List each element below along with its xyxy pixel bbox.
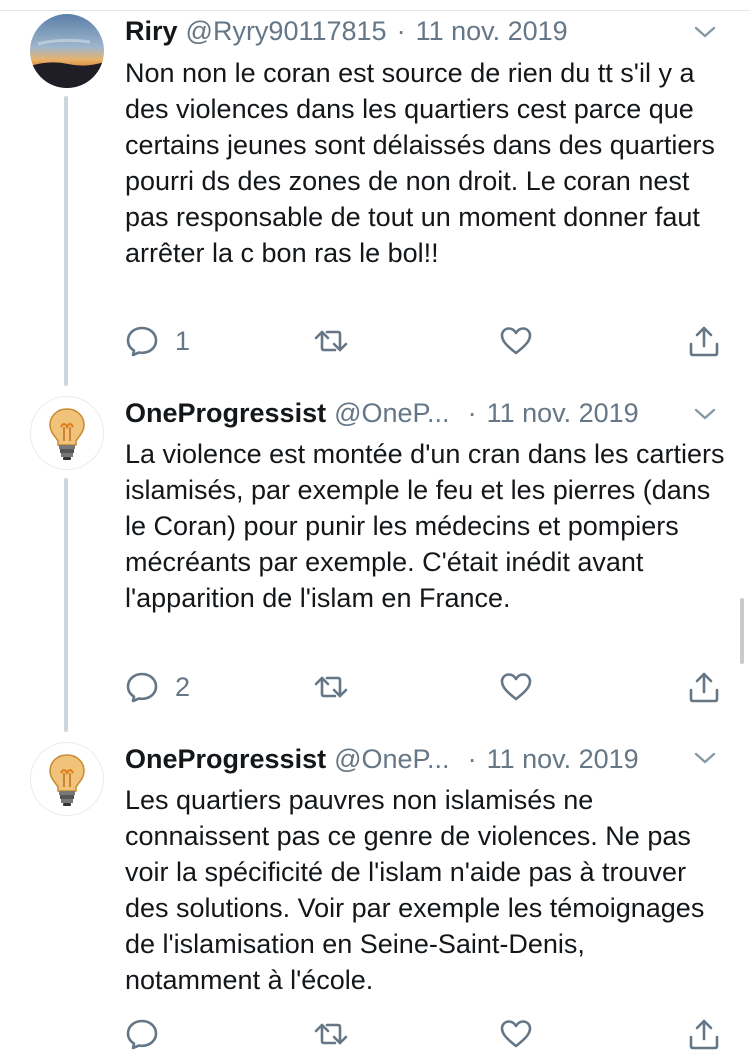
share-button[interactable]: [687, 667, 721, 707]
tweet-date[interactable]: 11 nov. 2019: [487, 398, 639, 428]
scrollbar[interactable]: [740, 598, 744, 664]
sunset-avatar-icon: [30, 14, 104, 88]
tweet-header: OneProgressist @OneP... · 11 nov. 2019: [125, 742, 690, 776]
like-button[interactable]: [499, 1014, 533, 1054]
tweet-date[interactable]: 11 nov. 2019: [487, 744, 639, 774]
tweet[interactable]: Riry @Ryry90117815 · 11 nov. 2019 Non non l…: [0, 0, 750, 380]
separator: ·: [467, 398, 477, 428]
share-button[interactable]: [687, 1014, 721, 1054]
tweet-actions: 1: [125, 321, 725, 361]
share-icon: [689, 326, 719, 357]
avatar[interactable]: [30, 742, 104, 816]
tweet-actions: 2: [125, 667, 725, 707]
retweet-icon: [314, 1023, 348, 1045]
user-handle[interactable]: @OneP...: [334, 398, 449, 428]
tweet-header: OneProgressist @OneP... · 11 nov. 2019: [125, 396, 690, 430]
retweet-button[interactable]: [313, 667, 349, 707]
heart-icon: [500, 327, 532, 355]
chevron-down-icon[interactable]: [690, 22, 720, 42]
retweet-button[interactable]: [313, 1014, 349, 1054]
reply-button[interactable]: 2: [125, 667, 190, 707]
reply-count: 1: [175, 325, 191, 356]
heart-icon: [500, 673, 532, 701]
retweet-icon: [314, 330, 348, 352]
lightbulb-avatar-icon: [49, 408, 85, 460]
reply-icon: [126, 326, 158, 357]
retweet-icon: [314, 676, 348, 698]
retweet-button[interactable]: [313, 321, 349, 361]
avatar[interactable]: [30, 396, 104, 470]
reply-count: 2: [175, 671, 191, 702]
reply-button[interactable]: [125, 1014, 175, 1054]
user-handle[interactable]: @OneP...: [334, 744, 449, 774]
share-icon: [689, 1019, 719, 1050]
tweet-text: Les quartiers pauvres non islamisés ne c…: [125, 785, 705, 995]
tweet-text: Non non le coran est source de rien du t…: [125, 58, 715, 268]
tweet-header: Riry @Ryry90117815 · 11 nov. 2019: [125, 14, 690, 48]
share-button[interactable]: [687, 321, 721, 361]
chevron-down-icon[interactable]: [690, 404, 720, 424]
chevron-down-icon[interactable]: [690, 748, 720, 768]
heart-icon: [500, 1020, 532, 1048]
user-name[interactable]: Riry: [125, 16, 178, 46]
tweet-actions: [125, 1014, 725, 1054]
user-name[interactable]: OneProgressist: [125, 398, 326, 428]
reply-button[interactable]: 1: [125, 321, 190, 361]
like-button[interactable]: [499, 321, 533, 361]
user-name[interactable]: OneProgressist: [125, 744, 326, 774]
tweet[interactable]: OneProgressist @OneP... · 11 nov. 2019 Les …: [0, 726, 750, 1050]
user-handle[interactable]: @Ryry90117815: [186, 16, 387, 46]
tweet-text: La violence est montée d'un cran dans le…: [125, 439, 725, 613]
share-icon: [689, 672, 719, 703]
lightbulb-avatar-icon: [49, 754, 85, 806]
separator: ·: [396, 16, 406, 46]
tweet[interactable]: OneProgressist @OneP... · 11 nov. 2019 La v…: [0, 380, 750, 726]
reply-icon: [126, 672, 158, 703]
separator: ·: [467, 744, 477, 774]
tweet-date[interactable]: 11 nov. 2019: [416, 16, 568, 46]
avatar[interactable]: [30, 14, 104, 88]
like-button[interactable]: [499, 667, 533, 707]
reply-icon: [126, 1019, 158, 1050]
